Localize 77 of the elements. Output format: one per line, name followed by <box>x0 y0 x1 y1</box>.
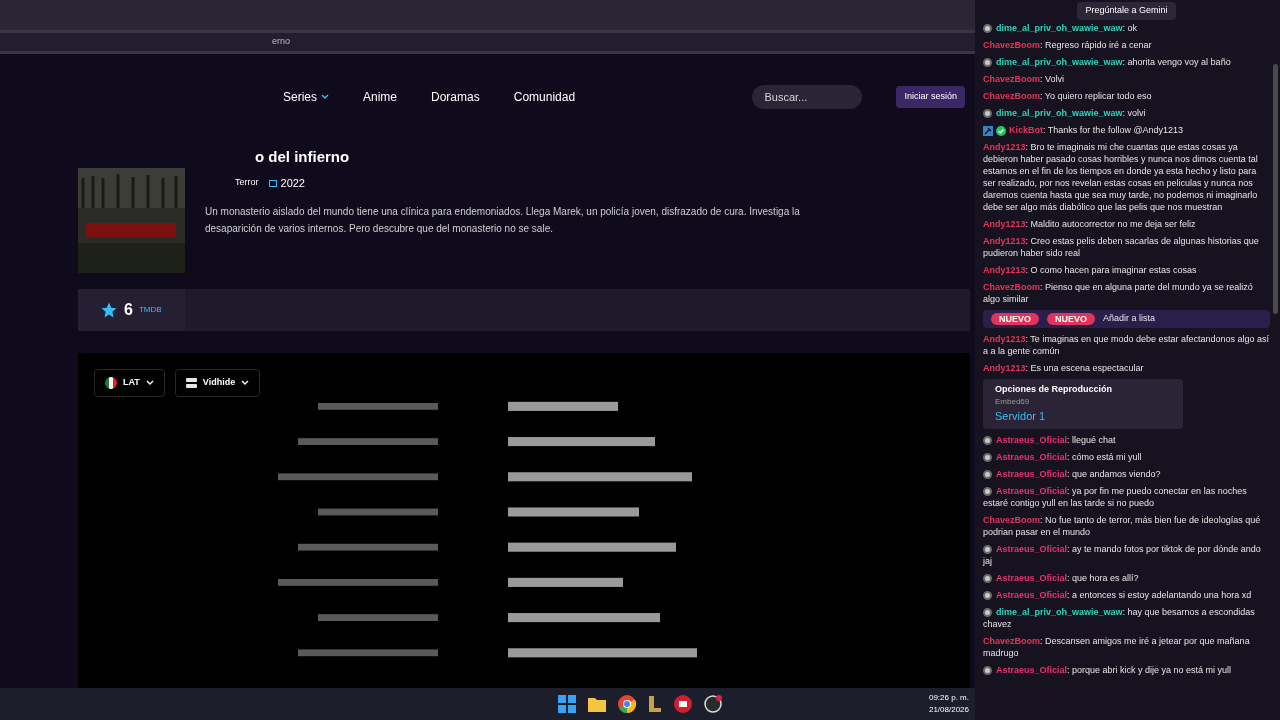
movie-title: o del infierno <box>254 147 351 167</box>
add-to-list-button[interactable]: Añadir a lista <box>1103 312 1156 326</box>
chat-username[interactable]: ChavezBoom <box>983 282 1040 292</box>
chat-message: ChavezBoom: Descansen amigos me iré a jetear por que mañana madrugo <box>983 634 1251 659</box>
new-tag: NUEVO <box>1047 312 1096 325</box>
embed-label: Embed69 <box>995 396 1031 408</box>
nav-link[interactable]: Series <box>283 88 329 106</box>
caret-icon <box>241 380 250 386</box>
windows-icon[interactable] <box>558 695 576 713</box>
record-icon[interactable] <box>704 695 722 713</box>
synopsis: Un monasterio aislado del mundo tiene una clínica para endemoniados. Llega Marek, un policía joven, disfrazado de cura. Investiga la desaparición de varios internos. Pero descubre que del monasterio no se sale. <box>205 205 801 236</box>
clock-time[interactable]: 09:26 p. m. <box>928 692 969 704</box>
year-label: 2022 <box>280 175 305 191</box>
chat-message: dime_al_priv_oh_wawie_waw: hay que besarnos a escondidas chavez <box>983 605 1256 630</box>
rating-source: TMDB <box>138 304 162 316</box>
nav-link[interactable]: Comunidad <box>513 88 576 106</box>
chat-message: Astraeus_Oficial: a entonces si estoy adelantando una hora xd <box>983 588 1270 601</box>
chat-message: Andy1213: Creo estas pelis deben sacarlas de algunas historias que pudieron haber sido real <box>983 235 1260 259</box>
chat-message: Andy1213: Maldito autocorrector no me deja ser feliz <box>983 218 1197 230</box>
chat-message: ChavezBoom: Regreso rápido iré a cenar <box>983 39 1153 51</box>
chat-username[interactable]: Andy1213 <box>983 265 1026 275</box>
rating-score: 6 <box>124 300 133 320</box>
chat-username[interactable]: dime_al_priv_oh_wawie_waw <box>996 23 1123 33</box>
panel-title: Opciones de Reproducción <box>995 382 1114 396</box>
chat-message: dime_al_priv_oh_wawie_waw: ahorita vengo voy al baño <box>983 56 1270 68</box>
login-button[interactable]: Iniciar sesión <box>896 86 965 108</box>
breadcrumb-text: erno <box>272 35 290 49</box>
app-icon[interactable] <box>674 695 692 713</box>
chat-message: Andy1213: O como hacen para imaginar estas cosas <box>983 264 1198 276</box>
gemini-button[interactable]: Pregúntale a Gemini <box>1077 2 1176 20</box>
server-icon <box>185 378 197 388</box>
chat-message: ChavezBoom: No fue tanto de terror, más bien fue de ideologías qué podrian pasar en el mundo <box>983 513 1262 538</box>
chat-message: Astraeus_Oficial: cómo está mi yull <box>983 450 1270 463</box>
chat-message: Astraeus_Oficial: ya por fin me puedo conectar en las noches estaré contigo yull en las tarde si no puedo <box>983 484 1248 509</box>
chat-username[interactable]: Andy1213 <box>983 362 1026 373</box>
clock-date[interactable]: 21/08/2026 <box>928 704 969 716</box>
chat-message: ChavezBoom: Volvi <box>983 73 1066 85</box>
chat-username[interactable]: ChavezBoom <box>983 74 1040 84</box>
genre-label: Terror <box>235 176 259 189</box>
chat-message: ChavezBoom: Yo quiero replicar todo eso <box>983 90 1153 102</box>
chat-username[interactable]: ChavezBoom <box>983 91 1040 101</box>
chat-username[interactable]: dime_al_priv_oh_wawie_waw <box>996 108 1123 118</box>
chat-username[interactable]: dime_al_priv_oh_wawie_waw <box>996 606 1123 617</box>
server-dropdown[interactable]: Vidhide <box>174 369 261 397</box>
search-field[interactable]: Buscar... <box>752 85 863 109</box>
chat-username[interactable]: KickBot <box>1009 125 1043 135</box>
star-icon <box>100 301 118 319</box>
chat-message: KickBot: Thanks for the follow @Andy1213 <box>983 124 1270 136</box>
chat-message: dime_al_priv_oh_wawie_waw: volvi <box>983 107 1270 119</box>
language-dropdown[interactable]: LAT <box>94 369 165 397</box>
chat-message: Astraeus_Oficial: llegué chat <box>983 433 1270 446</box>
chat-message: Andy1213: Bro te imaginais mi che cuantas que estas cosas ya debieron haber pasado cosas horribles y nunca nos dimos cuenta tal estamos en el fin de los tiempos en donde ya esta hecho y listo para ser realizado, por nos revelan estas cosas en peliculas y nunca nos daremos cuenta hasta que sea muy tarde, no podemos ni imaginarlo debe ser algo más diabólico que las pelis que nos muestran <box>983 141 1259 213</box>
chat-message: Astraeus_Oficial: ay te mando fotos por tiktok de por dónde ando jaj <box>983 542 1262 567</box>
chat-message: Andy1213: Es una escena espectacular <box>983 361 1145 374</box>
chat-username[interactable]: Andy1213 <box>983 333 1026 344</box>
chat-message: Astraeus_Oficial: porque abri kick y dije ya no está mi yull <box>983 663 1270 676</box>
server-option[interactable]: Servidor 1 <box>995 408 1171 425</box>
chat-message: Astraeus_Oficial: que andamos viendo? <box>983 467 1270 480</box>
caret-icon <box>321 94 329 100</box>
chat-username[interactable]: dime_al_priv_oh_wawie_waw <box>996 57 1123 67</box>
chat-username[interactable]: ChavezBoom <box>983 635 1040 646</box>
chat-username[interactable]: ChavezBoom <box>983 40 1040 50</box>
chat-message: Andy1213: Te imaginas en que modo debe estar afectandonos algo así a a la gente común <box>983 332 1270 357</box>
chat-message: Astraeus_Oficial: que hora es allí? <box>983 571 1270 584</box>
caret-icon <box>145 380 154 386</box>
chat-message: ChavezBoom: Pienso que en alguna parte del mundo ya se realizó algo similar <box>983 281 1254 305</box>
new-tag: NUEVO <box>991 312 1039 325</box>
nav-link[interactable]: Anime <box>363 88 398 106</box>
chat-username[interactable]: Andy1213 <box>983 219 1026 229</box>
folder-icon[interactable] <box>588 696 606 712</box>
chat-username[interactable]: ChavezBoom <box>983 514 1040 525</box>
browser-icon[interactable] <box>618 695 636 713</box>
chat-message: dime_al_priv_oh_wawie_waw: ok <box>983 22 1270 34</box>
nav-link[interactable]: Doramas <box>431 88 480 106</box>
chat-username[interactable]: Andy1213 <box>983 142 1026 152</box>
flag-icon <box>105 377 117 389</box>
chat-username[interactable]: Andy1213 <box>983 236 1026 246</box>
